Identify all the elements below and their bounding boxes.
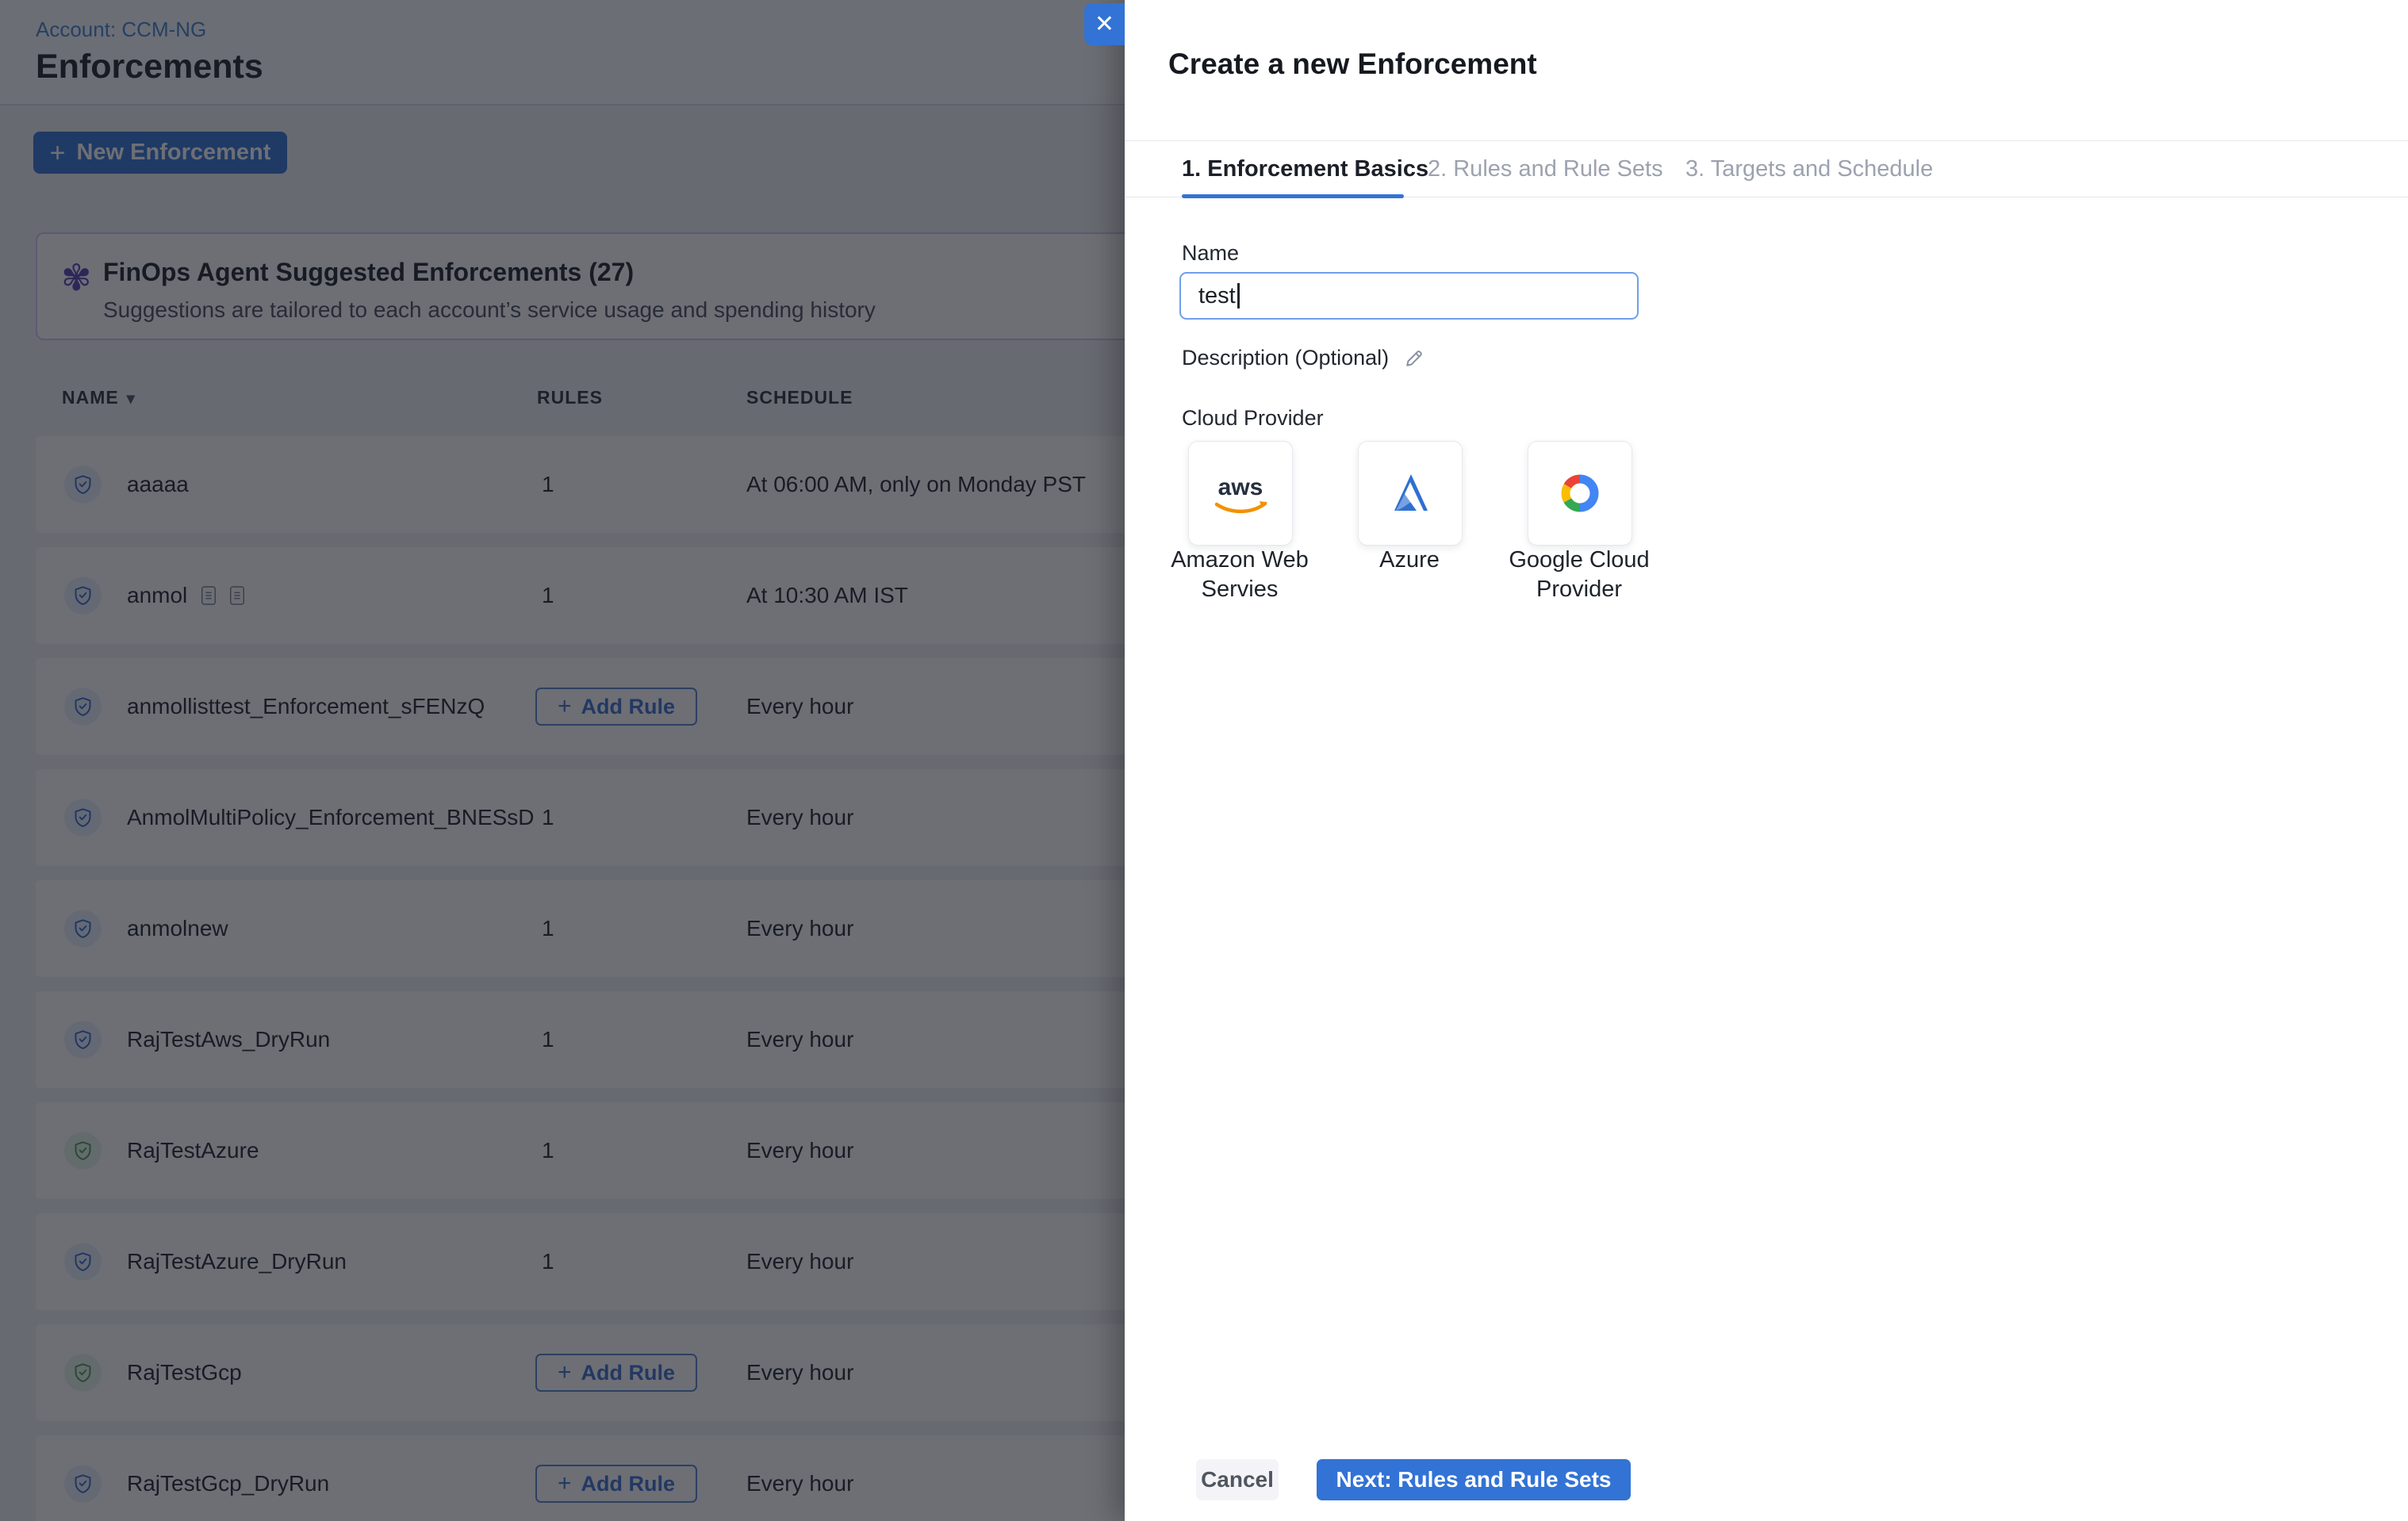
provider-label-aws: Amazon Web Servies — [1145, 546, 1335, 604]
provider-label-line: Servies — [1145, 575, 1335, 604]
provider-card-azure[interactable] — [1358, 441, 1463, 546]
provider-label-line: Azure — [1314, 546, 1505, 575]
azure-logo-icon — [1386, 469, 1435, 518]
create-enforcement-drawer: ✕ Create a new Enforcement 1. Enforcemen… — [1125, 0, 2408, 1521]
name-input[interactable]: test — [1179, 272, 1639, 320]
provider-card-aws[interactable]: aws — [1188, 441, 1293, 546]
cloud-provider-label: Cloud Provider — [1182, 406, 1324, 431]
name-label: Name — [1182, 241, 1239, 266]
svg-text:aws: aws — [1218, 474, 1263, 500]
cancel-button[interactable]: Cancel — [1196, 1459, 1279, 1500]
provider-label-gcp: Google Cloud Provider — [1484, 546, 1674, 604]
name-input-value: test — [1198, 283, 1236, 309]
wizard-tabs: 1. Enforcement Basics 2. Rules and Rule … — [1125, 140, 2408, 197]
drawer-title: Create a new Enforcement — [1168, 48, 1537, 81]
description-label-text: Description (Optional) — [1182, 346, 1389, 370]
next-button[interactable]: Next: Rules and Rule Sets — [1317, 1459, 1631, 1500]
gcp-logo-icon — [1555, 469, 1605, 518]
description-label: Description (Optional) — [1182, 346, 1425, 370]
provider-label-line: Amazon Web — [1145, 546, 1335, 575]
provider-label-azure: Azure — [1314, 546, 1505, 575]
text-cursor — [1237, 283, 1240, 308]
aws-logo-icon: aws — [1204, 468, 1277, 519]
tab-enforcement-basics[interactable]: 1. Enforcement Basics — [1182, 141, 1428, 197]
close-icon: ✕ — [1095, 13, 1114, 36]
active-tab-underline — [1182, 194, 1404, 198]
provider-card-gcp[interactable] — [1528, 441, 1632, 546]
tab-targets-and-schedule[interactable]: 3. Targets and Schedule — [1685, 141, 1933, 197]
provider-label-line: Provider — [1484, 575, 1674, 604]
tab-rules-and-rule-sets[interactable]: 2. Rules and Rule Sets — [1428, 141, 1663, 197]
provider-label-line: Google Cloud — [1484, 546, 1674, 575]
edit-pencil-icon[interactable] — [1403, 347, 1425, 370]
screen: Account: CCM-NG Enforcements + New Enfor… — [0, 0, 2408, 1521]
close-button[interactable]: ✕ — [1084, 3, 1125, 45]
